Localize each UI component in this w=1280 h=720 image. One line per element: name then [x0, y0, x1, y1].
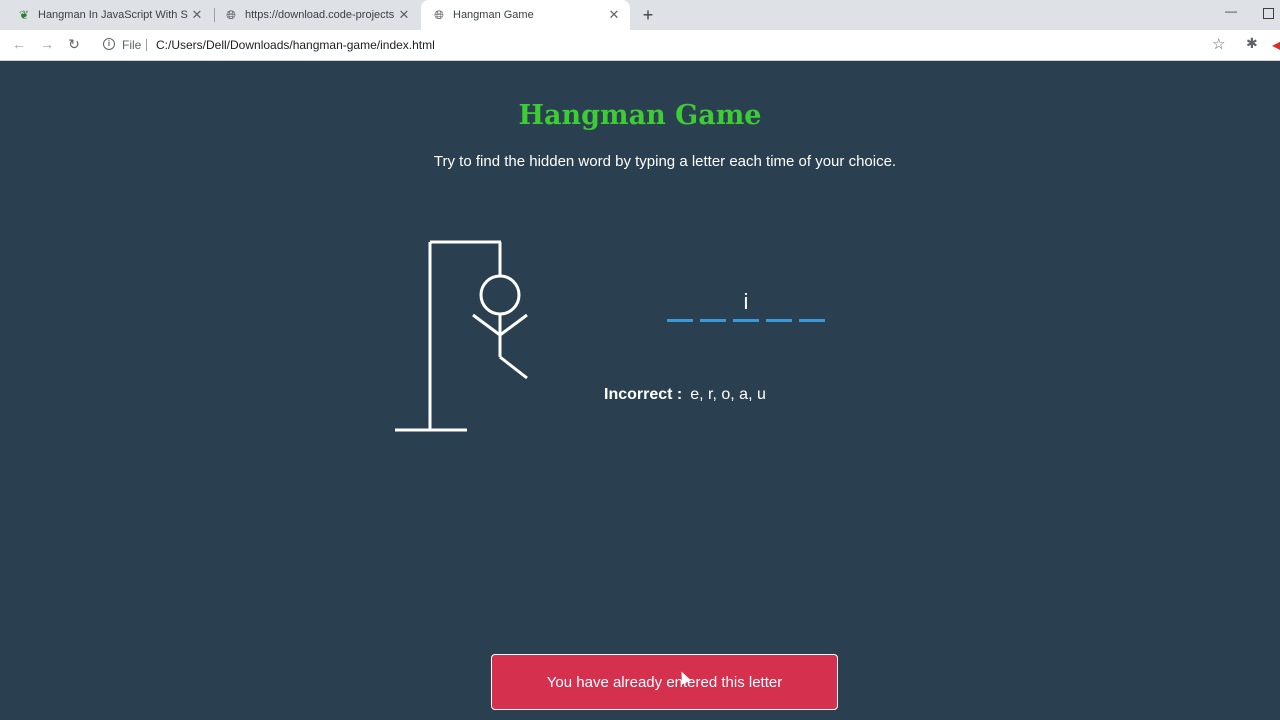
page-title: Hangman Game [518, 100, 762, 131]
word-letter [766, 286, 792, 322]
new-tab-icon[interactable]: + [638, 5, 658, 25]
word-letter [667, 286, 693, 322]
tab-bar: ❦ Hangman In JavaScript With Sou ✕ 🌐︎ ht… [0, 0, 1280, 30]
extensions-icon[interactable]: ✱ [1246, 35, 1258, 52]
leaf-icon: ❦ [18, 8, 30, 22]
close-icon[interactable]: ✕ [189, 7, 205, 23]
notification-toast: You have already entered this letter [491, 654, 838, 710]
tab-title: Hangman Game [453, 9, 534, 21]
maximize-icon[interactable] [1263, 8, 1274, 19]
figure-head [479, 274, 521, 316]
incorrect-letters: Incorrect : e, r, o, a, u [604, 386, 766, 404]
incorrect-label: Incorrect : [604, 386, 683, 403]
minimize-icon[interactable]: — [1225, 4, 1237, 18]
word-letter [700, 286, 726, 322]
word-letter: i [733, 286, 759, 322]
close-icon[interactable]: ✕ [606, 7, 622, 23]
back-icon[interactable]: ← [10, 36, 28, 52]
close-icon[interactable]: ✕ [396, 7, 412, 23]
bookmark-star-icon[interactable]: ☆ [1212, 35, 1225, 53]
url-divider [146, 39, 147, 51]
tab-title: Hangman In JavaScript With Sou [38, 9, 188, 21]
figure-right-arm [499, 313, 528, 337]
info-icon[interactable]: i [103, 38, 115, 50]
address-bar[interactable]: C:/Users/Dell/Downloads/hangman-game/ind… [156, 38, 435, 52]
globe-icon: 🌐︎ [434, 7, 444, 22]
tab-download[interactable]: 🌐︎ https://download.code-projects.o ✕ [207, 0, 420, 30]
forward-icon[interactable]: → [38, 36, 56, 52]
browser-toolbar: ← → ↻ i File C:/Users/Dell/Downloads/han… [0, 30, 1280, 61]
figure-left-arm [472, 313, 501, 337]
extension-badge-icon[interactable]: ◀ [1272, 38, 1280, 52]
word-display: i [667, 286, 832, 322]
tab-title: https://download.code-projects.o [245, 9, 395, 21]
word-letter [799, 286, 825, 322]
instructions: Try to find the hidden word by typing a … [433, 153, 897, 170]
url-scheme-label: File [122, 38, 142, 52]
hangman-figure [395, 240, 528, 432]
globe-icon: 🌐︎ [226, 7, 236, 22]
incorrect-letters-list: e, r, o, a, u [690, 386, 766, 403]
tab-hangman-js[interactable]: ❦ Hangman In JavaScript With Sou ✕ [0, 0, 213, 30]
tab-hangman-game[interactable]: 🌐︎ Hangman Game ✕ [421, 0, 630, 30]
figure-right-leg [499, 355, 528, 380]
reload-icon[interactable]: ↻ [65, 36, 83, 53]
